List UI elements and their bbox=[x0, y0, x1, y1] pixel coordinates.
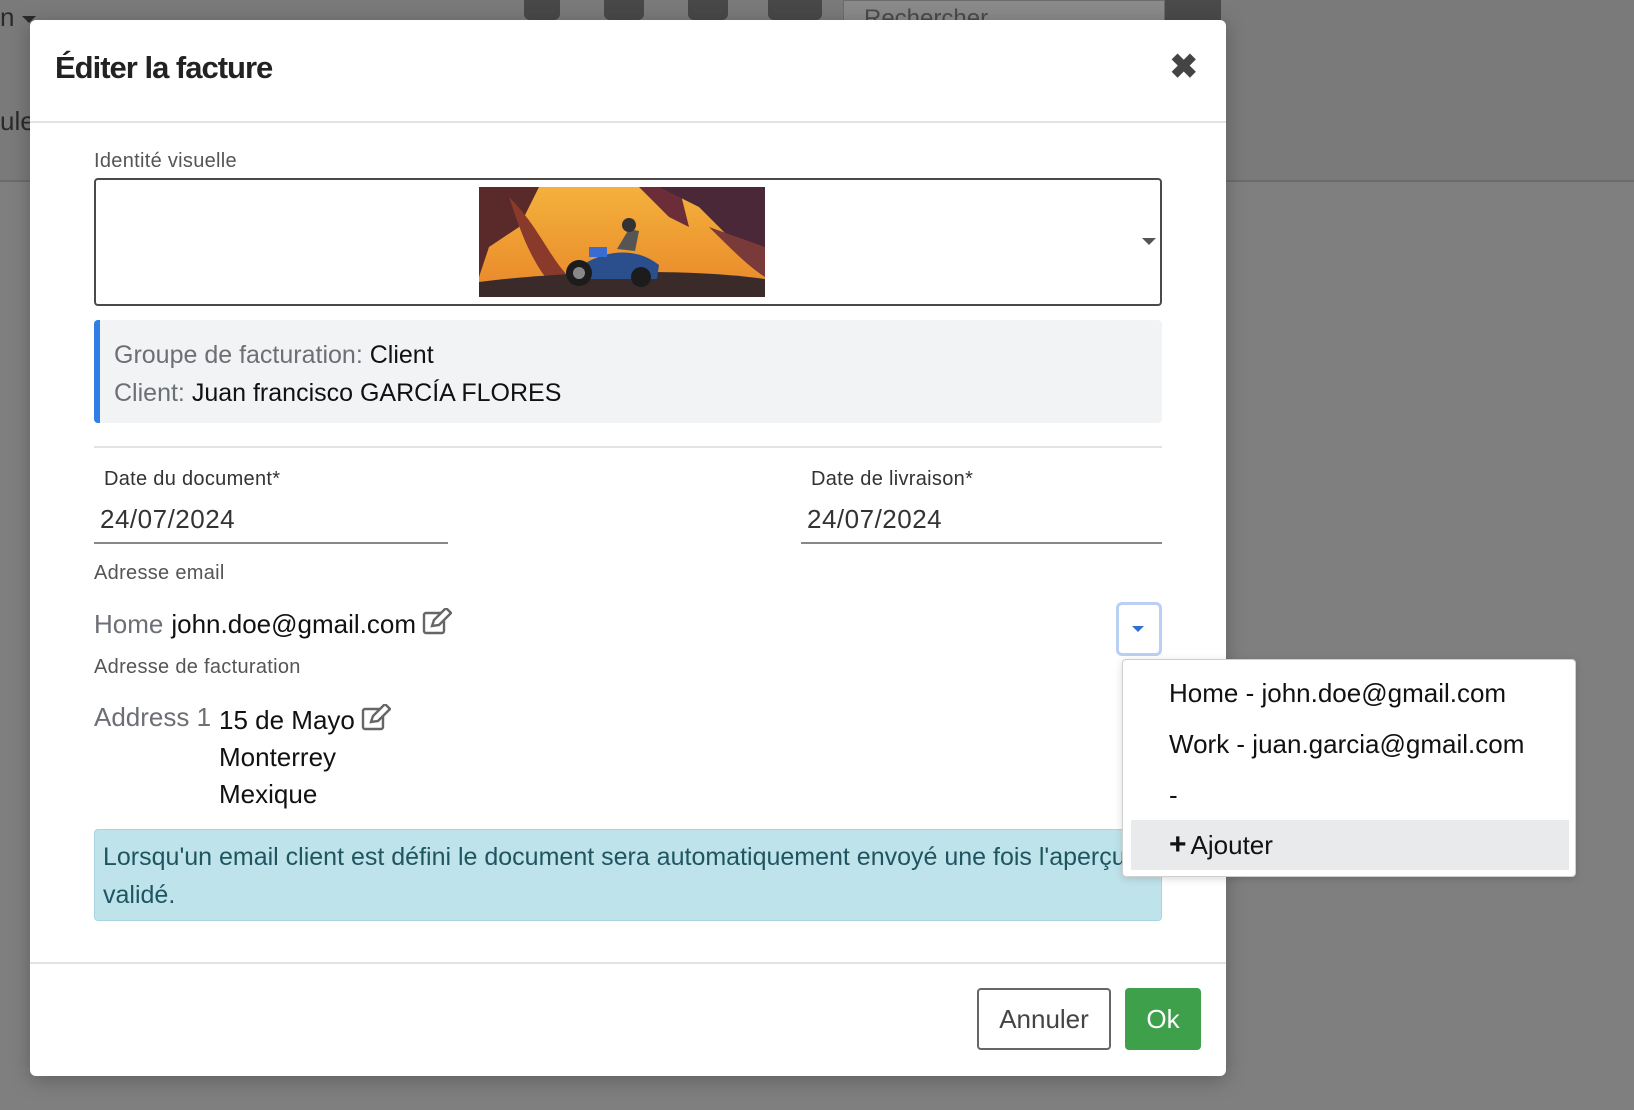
client-label: Client: bbox=[114, 379, 185, 407]
chevron-down-icon bbox=[1142, 238, 1156, 245]
cart-icon bbox=[524, 0, 560, 20]
email-type: Home bbox=[94, 609, 164, 639]
edit-invoice-modal: Éditer la facture ✖ Identité visuelle Gr… bbox=[30, 20, 1226, 1076]
address-line-1: 15 de Mayo bbox=[219, 705, 355, 735]
dropdown-item-none[interactable]: - bbox=[1131, 770, 1569, 820]
dropdown-add-label: Ajouter bbox=[1190, 830, 1273, 860]
email-info-alert: Lorsqu'un email client est défini le doc… bbox=[94, 829, 1162, 921]
document-date-label: Date du document* bbox=[104, 468, 281, 490]
email-dropdown-button[interactable] bbox=[1116, 602, 1162, 656]
close-icon[interactable]: ✖ bbox=[1170, 50, 1199, 84]
email-value: john.doe@gmail.com bbox=[171, 609, 416, 639]
motorcycle-icon bbox=[768, 0, 822, 20]
billing-address-label: Adresse de facturation bbox=[94, 656, 301, 678]
dropdown-item-add[interactable]: + Ajouter bbox=[1131, 820, 1569, 870]
client-value: Juan francisco GARCÍA FLORES bbox=[191, 379, 562, 407]
calendar-check-icon bbox=[688, 0, 728, 20]
billing-group-label: Groupe de facturation: bbox=[114, 341, 363, 369]
modal-header: Éditer la facture ✖ bbox=[30, 20, 1226, 123]
address-line-2: Monterrey bbox=[219, 742, 337, 772]
visual-identity-image bbox=[479, 187, 765, 297]
client-row: Client: Juan francisco GARCÍA FLORES bbox=[114, 374, 1162, 412]
cancel-button[interactable]: Annuler bbox=[977, 988, 1111, 1050]
visual-identity-select[interactable] bbox=[94, 178, 1162, 306]
billing-info-box: Groupe de facturation: Client Client: Ju… bbox=[94, 320, 1162, 423]
edit-icon[interactable] bbox=[361, 702, 392, 739]
dropdown-item-home[interactable]: Home - john.doe@gmail.com bbox=[1131, 668, 1569, 718]
email-label: Adresse email bbox=[94, 562, 225, 584]
chevron-down-icon bbox=[1132, 626, 1144, 632]
email-dropdown-menu: Home - john.doe@gmail.com Work - juan.ga… bbox=[1122, 659, 1576, 877]
delivery-date-input[interactable]: 24/07/2024 bbox=[801, 504, 1162, 544]
email-value-row: Home john.doe@gmail.com bbox=[94, 606, 453, 643]
plus-icon: + bbox=[1169, 828, 1187, 861]
delivery-date-label: Date de livraison* bbox=[811, 468, 974, 490]
divider bbox=[94, 446, 1162, 448]
address-line-3: Mexique bbox=[219, 779, 318, 809]
document-date-input[interactable]: 24/07/2024 bbox=[94, 504, 448, 544]
calendar-icon bbox=[604, 0, 644, 20]
address-name: Address 1 bbox=[94, 702, 212, 732]
ok-button[interactable]: Ok bbox=[1125, 988, 1201, 1050]
billing-group-value: Client bbox=[369, 341, 434, 369]
address-line-1-row: 15 de Mayo bbox=[219, 702, 392, 739]
modal-title: Éditer la facture bbox=[55, 50, 273, 85]
dropdown-item-work[interactable]: Work - juan.garcia@gmail.com bbox=[1131, 719, 1569, 769]
visual-identity-label: Identité visuelle bbox=[94, 150, 237, 172]
billing-group-row: Groupe de facturation: Client bbox=[114, 336, 1162, 374]
modal-footer-divider bbox=[30, 962, 1226, 964]
background-text: n bbox=[0, 2, 15, 32]
edit-icon[interactable] bbox=[422, 606, 453, 643]
